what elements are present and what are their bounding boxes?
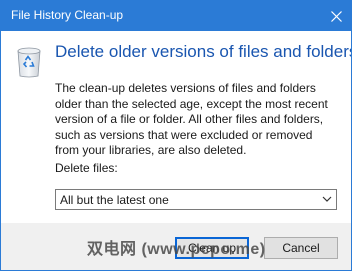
recycle-bin-icon: [17, 47, 41, 78]
close-icon: [330, 10, 342, 22]
clean-up-button[interactable]: Clean up: [175, 237, 249, 259]
title-bar[interactable]: File History Clean-up: [1, 1, 351, 31]
delete-files-select[interactable]: All but the latest one: [55, 189, 337, 210]
cancel-button[interactable]: Cancel: [264, 237, 338, 259]
delete-files-label: Delete files:: [55, 161, 118, 175]
file-history-cleanup-dialog: File History Clean-up Delete older versi…: [0, 0, 352, 271]
dialog-heading: Delete older versions of files and folde…: [55, 42, 352, 61]
window-title: File History Clean-up: [11, 8, 124, 22]
button-bar: Clean up Cancel 双电网 (www.pcpo.me): [1, 223, 351, 270]
delete-files-selected-value: All but the latest one: [60, 193, 169, 207]
dialog-description: The clean-up deletes versions of files a…: [55, 81, 328, 157]
close-button[interactable]: [321, 1, 351, 31]
chevron-down-icon: [322, 196, 332, 202]
